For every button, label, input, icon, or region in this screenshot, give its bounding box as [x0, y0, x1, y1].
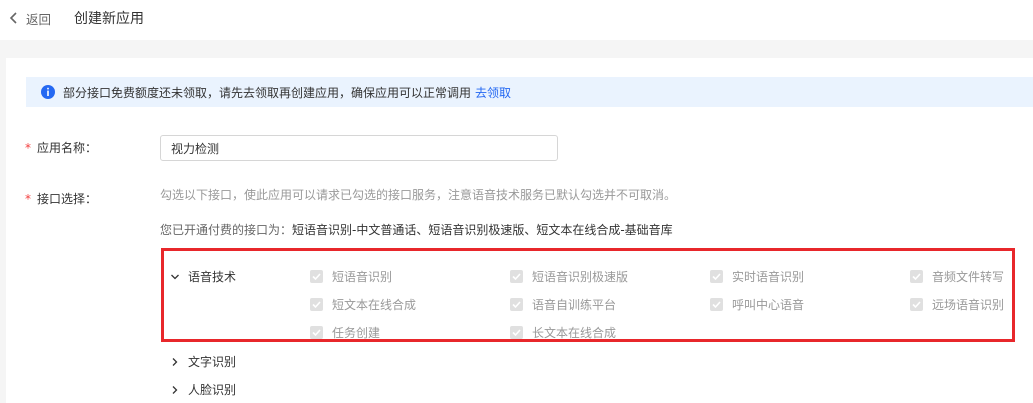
checkbox-checked-disabled: [510, 326, 523, 339]
category-name: 人脸识别: [188, 383, 237, 397]
check-icon: [712, 273, 721, 281]
back-button[interactable]: 返回: [7, 9, 51, 27]
checkbox-checked-disabled: [310, 326, 323, 339]
check-icon: [312, 273, 321, 281]
chevron-left-icon: [9, 12, 17, 24]
checkbox-checked-disabled: [510, 270, 523, 283]
option-self-training: 语音自训练平台: [510, 296, 616, 313]
api-hint-text: 勾选以下接口，使此应用可以请求已勾选的接口服务，注意语音技术服务已默认勾选并不可…: [160, 188, 677, 202]
info-icon: [41, 85, 55, 99]
checkbox-checked-disabled: [910, 298, 923, 311]
checkbox-checked-disabled: [310, 298, 323, 311]
option-label: 音频文件转写: [932, 270, 1005, 284]
option-label: 短语音识别: [332, 270, 393, 284]
back-label: 返回: [26, 11, 52, 27]
option-label: 语音自训练平台: [532, 298, 617, 312]
option-call-center: 呼叫中心语音: [710, 296, 804, 313]
paid-apis-text: 您已开通付费的接口为：短语音识别-中文普通话、短语音识别极速版、短文本在线合成-…: [160, 221, 673, 238]
checkbox-checked-disabled: [510, 298, 523, 311]
option-label: 远场语音识别: [932, 298, 1005, 312]
category-ocr[interactable]: 文字识别: [170, 353, 236, 370]
option-audio-transcription: 音频文件转写: [910, 268, 1004, 285]
option-label: 短语音识别极速版: [532, 270, 629, 284]
option-label: 长文本在线合成: [532, 326, 617, 340]
page-title: 创建新应用: [74, 11, 144, 27]
claim-link[interactable]: 去领取: [475, 84, 511, 101]
app-name-label-text: 应用名称：: [37, 141, 98, 155]
api-select-label: * 接口选择：: [25, 190, 97, 207]
paid-prefix: 您已开通付费的接口为：: [160, 223, 293, 237]
form-card: 部分接口免费额度还未领取，请先去领取再创建应用，确保应用可以正常调用 去领取 *…: [6, 58, 1033, 403]
option-long-tts: 长文本在线合成: [510, 324, 616, 341]
api-select-label-text: 接口选择：: [37, 192, 98, 206]
option-far-field-asr: 远场语音识别: [910, 296, 1004, 313]
checkbox-checked-disabled: [710, 298, 723, 311]
category-speech[interactable]: 语音技术: [170, 268, 236, 285]
app-name-label: * 应用名称：: [25, 139, 97, 156]
option-label: 短文本在线合成: [332, 298, 417, 312]
top-bar: 返回 创建新应用: [0, 0, 1033, 40]
chevron-right-icon: [172, 357, 178, 366]
checkbox-checked-disabled: [310, 270, 323, 283]
option-short-tts: 短文本在线合成: [310, 296, 416, 313]
check-icon: [912, 273, 921, 281]
option-task-create: 任务创建: [310, 324, 380, 341]
option-short-asr: 短语音识别: [310, 268, 392, 285]
check-icon: [512, 273, 521, 281]
checkbox-checked-disabled: [910, 270, 923, 283]
required-mark: *: [25, 192, 31, 206]
option-label: 任务创建: [332, 326, 381, 340]
option-label: 实时语音识别: [732, 270, 805, 284]
check-icon: [912, 301, 921, 309]
app-name-input[interactable]: [160, 135, 558, 161]
paid-items: 短语音识别-中文普通话、短语音识别极速版、短文本在线合成-基础音库: [292, 223, 673, 237]
category-name: 语音技术: [188, 270, 237, 284]
category-face[interactable]: 人脸识别: [170, 381, 236, 398]
option-realtime-asr: 实时语音识别: [710, 268, 804, 285]
check-icon: [512, 329, 521, 337]
option-label: 呼叫中心语音: [732, 298, 805, 312]
check-icon: [712, 301, 721, 309]
notice-banner: 部分接口免费额度还未领取，请先去领取再创建应用，确保应用可以正常调用 去领取: [26, 77, 1033, 107]
checkbox-checked-disabled: [710, 270, 723, 283]
check-icon: [312, 329, 321, 337]
chevron-down-icon: [171, 274, 179, 279]
required-mark: *: [25, 141, 31, 155]
category-name: 文字识别: [188, 355, 237, 369]
chevron-right-icon: [172, 385, 178, 394]
notice-text: 部分接口免费额度还未领取，请先去领取再创建应用，确保应用可以正常调用: [63, 85, 472, 100]
check-icon: [512, 301, 521, 309]
option-short-asr-fast: 短语音识别极速版: [510, 268, 628, 285]
check-icon: [312, 301, 321, 309]
